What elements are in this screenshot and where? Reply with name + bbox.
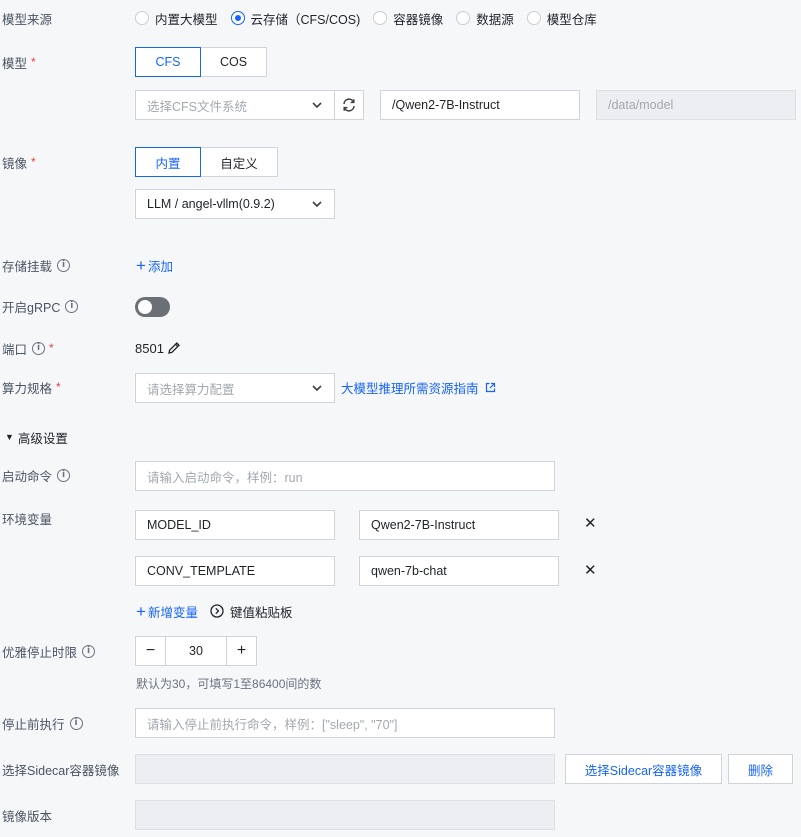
env-value-input[interactable]: qwen-7b-chat xyxy=(359,556,559,586)
radio-container-image[interactable]: 容器镜像 xyxy=(373,9,443,28)
edit-pencil-icon[interactable] xyxy=(167,341,181,355)
image-version-label: 镜像版本 xyxy=(2,809,53,824)
plus-icon: + xyxy=(136,255,146,275)
startup-command-label: 启动命令 i xyxy=(2,465,71,485)
sidecar-image-input xyxy=(135,754,555,784)
port-value: 8501 xyxy=(135,340,164,356)
remove-env-var-icon[interactable]: ✕ xyxy=(584,561,597,579)
graceful-stop-stepper: − 30 + xyxy=(135,636,257,666)
grpc-label: 开启gRPC i xyxy=(2,296,79,316)
add-env-var-link[interactable]: + 新增变量 xyxy=(136,601,198,621)
caret-down-icon: ▼ xyxy=(5,432,14,442)
info-icon: i xyxy=(57,468,71,482)
info-icon: i xyxy=(82,644,96,658)
add-storage-mount-link[interactable]: + 添加 xyxy=(136,255,173,275)
compute-spec-select[interactable]: 请选择算力配置 xyxy=(135,373,335,403)
port-label: 端口 i * xyxy=(2,341,54,357)
model-path-input[interactable]: /Qwen2-7B-Instruct xyxy=(380,90,580,120)
increment-button[interactable]: + xyxy=(227,637,256,665)
model-source-radio-group: 内置大模型 云存储（CFS/COS) 容器镜像 数据源 模型仓库 xyxy=(135,8,610,28)
pre-stop-input[interactable]: 请输入停止前执行命令，样例：["sleep", "70"] xyxy=(135,708,555,738)
grpc-toggle[interactable] xyxy=(135,297,170,317)
env-key-input[interactable]: CONV_TEMPLATE xyxy=(135,556,335,586)
info-icon: i xyxy=(32,341,46,355)
plus-icon: + xyxy=(136,601,146,621)
startup-command-input[interactable]: 请输入启动命令，样例：run xyxy=(135,461,555,491)
image-version-input xyxy=(135,800,555,830)
cfs-filesystem-select[interactable]: 选择CFS文件系统 xyxy=(135,90,335,120)
env-key-input[interactable]: MODEL_ID xyxy=(135,510,335,540)
radio-cloud-storage[interactable]: 云存储（CFS/COS) xyxy=(230,9,360,28)
delete-sidecar-button[interactable]: 删除 xyxy=(728,754,793,784)
info-icon: i xyxy=(65,299,79,313)
chevron-down-icon xyxy=(312,102,322,109)
model-source-label: 模型来源 xyxy=(2,12,53,27)
info-icon: i xyxy=(69,716,83,730)
external-link-icon xyxy=(485,382,495,392)
radio-data-source[interactable]: 数据源 xyxy=(456,9,514,28)
env-vars-label: 环境变量 xyxy=(2,512,53,527)
model-label: 模型 * xyxy=(2,55,36,71)
remove-env-var-icon[interactable]: ✕ xyxy=(584,514,597,532)
circle-chevron-right-icon xyxy=(210,604,224,618)
tab-cos[interactable]: COS xyxy=(201,47,267,77)
env-value-input[interactable]: Qwen2-7B-Instruct xyxy=(359,510,559,540)
port-value-group: 8501 xyxy=(135,338,181,358)
chevron-down-icon xyxy=(312,201,322,208)
tab-builtin-image[interactable]: 内置 xyxy=(135,147,201,177)
graceful-stop-value[interactable]: 30 xyxy=(165,637,227,665)
info-icon: i xyxy=(57,258,71,272)
mount-path-input: /data/model xyxy=(596,90,796,120)
chevron-down-icon xyxy=(312,385,322,392)
compute-spec-label: 算力规格 * xyxy=(2,380,61,396)
tab-cfs[interactable]: CFS xyxy=(135,47,201,77)
radio-builtin-model[interactable]: 内置大模型 xyxy=(135,9,218,28)
decrement-button[interactable]: − xyxy=(136,637,165,665)
resource-guide-link[interactable]: 大模型推理所需资源指南 xyxy=(341,377,496,397)
model-storage-tabs: CFS COS xyxy=(135,47,267,77)
tab-custom-image[interactable]: 自定义 xyxy=(201,147,278,177)
advanced-settings-toggle[interactable]: ▼ 高级设置 xyxy=(5,427,68,447)
graceful-stop-label: 优雅停止时限 i xyxy=(2,641,96,661)
sidecar-label: 选择Sidecar容器镜像 xyxy=(2,763,120,778)
image-select[interactable]: LLM / angel-vllm(0.9.2) xyxy=(135,189,335,219)
kv-clipboard-button[interactable]: 键值粘贴板 xyxy=(210,601,293,621)
select-sidecar-image-button[interactable]: 选择Sidecar容器镜像 xyxy=(565,754,722,784)
storage-mount-label: 存储挂载 i xyxy=(2,255,71,275)
refresh-button[interactable] xyxy=(334,90,364,120)
image-label: 镜像 * xyxy=(2,155,36,171)
pre-stop-label: 停止前执行 i xyxy=(2,713,83,733)
image-source-tabs: 内置 自定义 xyxy=(135,147,278,177)
refresh-icon xyxy=(343,98,355,112)
graceful-stop-hint: 默认为30，可填写1至86400间的数 xyxy=(136,677,322,691)
radio-model-repository[interactable]: 模型仓库 xyxy=(526,9,597,28)
